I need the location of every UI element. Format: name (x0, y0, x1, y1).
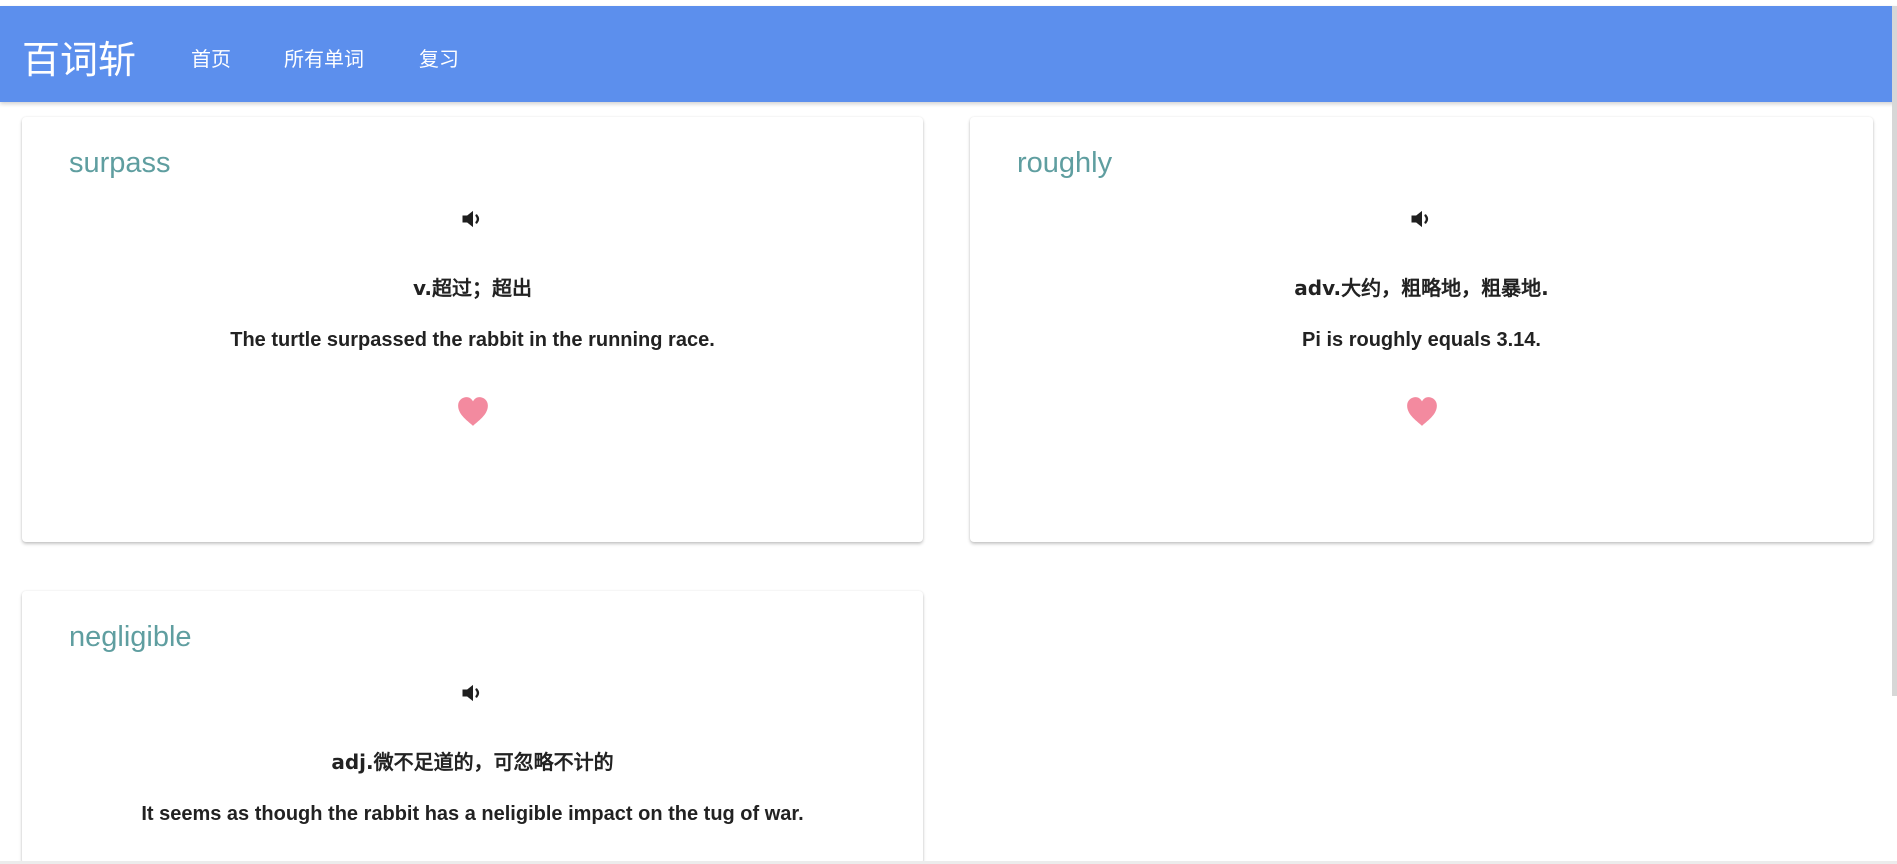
word-card: surpass v.超过；超出 The turtle surpassed the… (22, 117, 923, 542)
speaker-icon[interactable] (459, 205, 487, 233)
word-title[interactable]: surpass (69, 145, 171, 181)
heart-icon[interactable] (456, 396, 490, 427)
word-meaning: adv.大约，粗略地，粗暴地. (1294, 276, 1549, 300)
word-card: roughly adv.大约，粗略地，粗暴地. Pi is roughly eq… (970, 117, 1873, 542)
speaker-icon[interactable] (1408, 205, 1436, 233)
word-title[interactable]: negligible (69, 619, 192, 655)
brand-logo[interactable]: 百词斩 (22, 38, 136, 82)
heart-icon[interactable] (1405, 396, 1439, 427)
word-meaning: v.超过；超出 (412, 276, 532, 300)
example-sentence: It seems as though the rabbit has a neli… (141, 803, 804, 825)
speaker-icon[interactable] (459, 679, 487, 707)
word-title[interactable]: roughly (1017, 145, 1112, 181)
nav-all-words-link[interactable]: 所有单词 (284, 46, 364, 72)
scrollbar[interactable] (1892, 6, 1897, 696)
nav-home-link[interactable]: 首页 (191, 46, 231, 72)
navbar: 百词斩 首页 所有单词 复习 (0, 6, 1897, 102)
example-sentence: Pi is roughly equals 3.14. (1302, 329, 1541, 351)
word-meaning: adj.微不足道的，可忽略不计的 (331, 750, 614, 774)
nav-review-link[interactable]: 复习 (419, 46, 459, 72)
word-card: negligible adj.微不足道的，可忽略不计的 It seems as … (22, 591, 923, 864)
page: 百词斩 首页 所有单词 复习 surpass v.超过；超出 The turtl… (0, 0, 1897, 864)
example-sentence: The turtle surpassed the rabbit in the r… (230, 329, 715, 351)
